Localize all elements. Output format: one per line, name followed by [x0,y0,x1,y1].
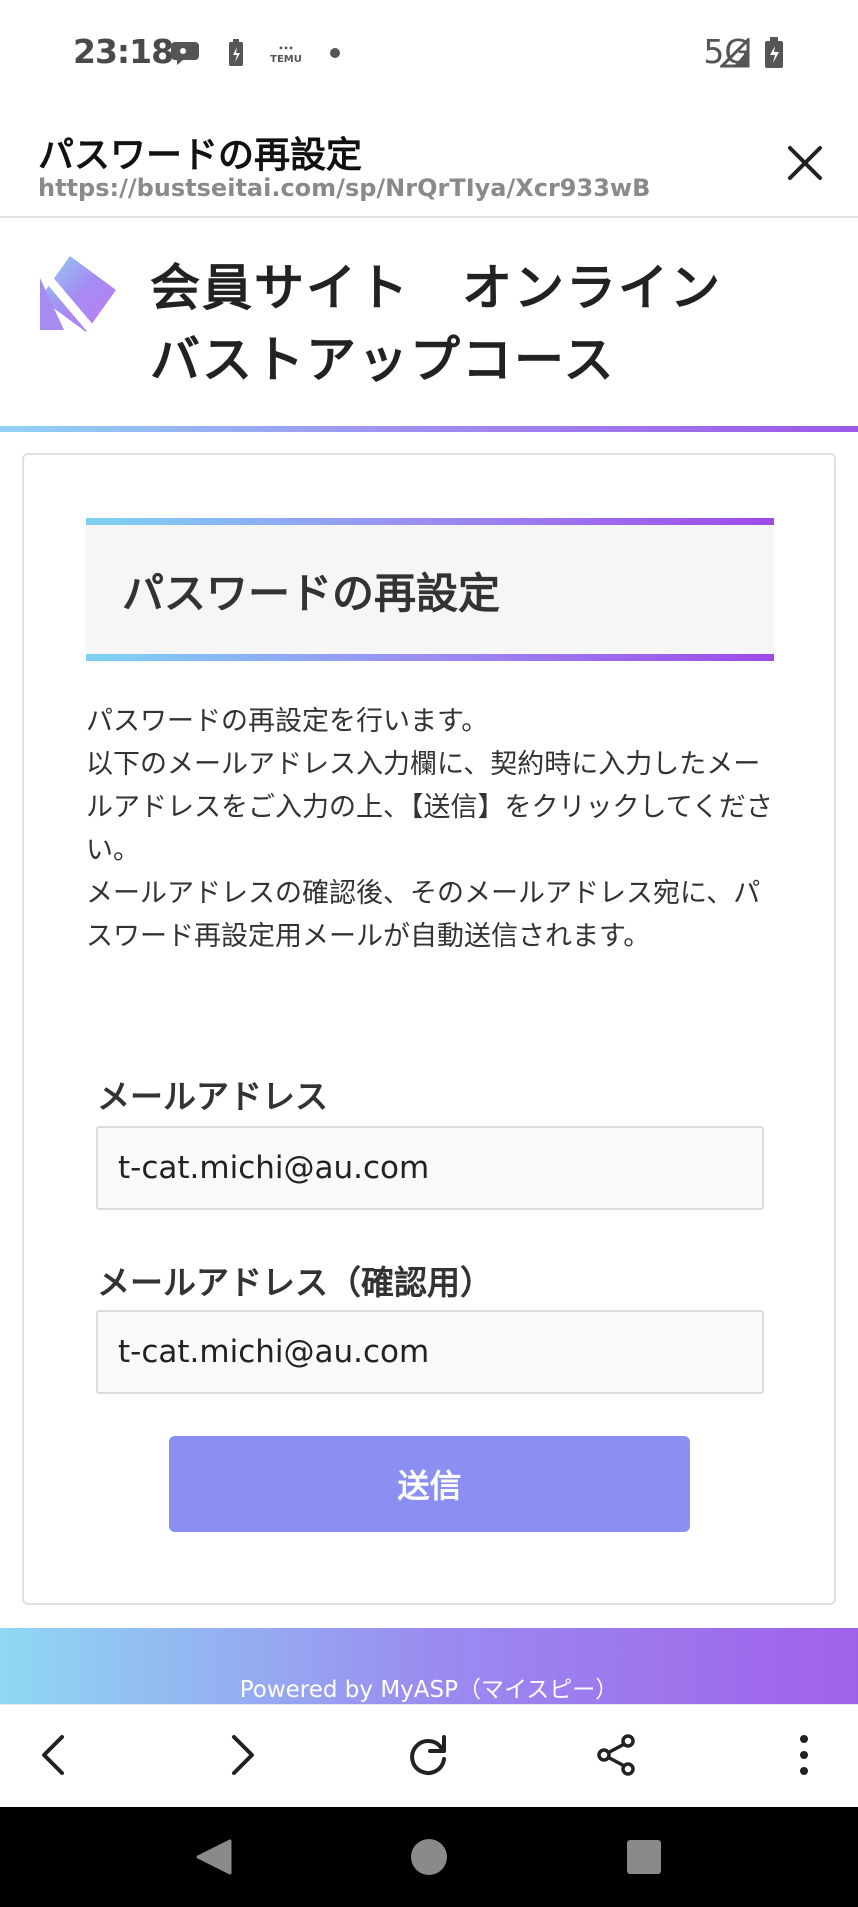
email-confirm-label: メールアドレス（確認用） [97,1263,493,1302]
recents-square-icon[interactable] [622,1835,666,1879]
site-logo-icon[interactable] [40,256,116,332]
back-triangle-icon[interactable] [192,1835,236,1879]
section-heading: パスワードの再設定 [122,569,501,618]
page-url[interactable]: https://bustseitai.com/sp/NrQrTIya/Xcr93… [38,174,650,202]
submit-button[interactable]: 送信 [169,1436,690,1532]
email-confirm-field[interactable] [96,1310,764,1394]
status-time: 23:18 [73,32,174,71]
more-icon[interactable] [774,1725,834,1785]
custom-tab-toolbar: パスワードの再設定 https://bustseitai.com/sp/NrQr… [0,108,858,218]
system-navigation-bar [0,1807,858,1907]
email-label: メールアドレス [97,1077,328,1116]
header-divider [0,426,858,432]
battery-icon [762,37,786,68]
signal-icon [718,38,752,68]
site-title[interactable]: 会員サイト オンライン バストアップコース [150,252,722,396]
dot-icon [328,38,342,68]
svg-text:TEMU: TEMU [270,54,302,65]
description: パスワードの再設定を行います。 以下のメールアドレス入力欄に、契約時に入力したメ… [86,700,776,958]
section-heading-box: パスワードの再設定 [86,518,774,661]
back-icon[interactable] [24,1725,84,1785]
email-field[interactable] [96,1126,764,1210]
temu-icon: ••• TEMU [266,38,306,68]
site-title-line2: バストアップコース [150,331,616,389]
forward-icon[interactable] [212,1725,272,1785]
site-footer: Powered by MyASP（マイスピー） [0,1628,858,1704]
powered-by-text[interactable]: Powered by MyASP（マイスピー） [0,1670,858,1704]
svg-text:•••: ••• [278,44,293,53]
page-title: パスワードの再設定 [38,135,363,176]
heading-bottom-rule [86,654,774,661]
share-icon[interactable] [586,1725,646,1785]
description-paragraph: パスワードの再設定を行います。 [86,706,489,737]
home-circle-icon[interactable] [407,1835,451,1879]
description-paragraph: 以下のメールアドレス入力欄に、契約時に入力したメールアドレスをご入力の上、【送信… [86,749,773,866]
description-paragraph: メールアドレスの確認後、そのメールアドレス宛に、パスワード再設定用メールが自動送… [86,878,761,952]
reload-icon[interactable] [398,1725,458,1785]
status-bar: 23:18 ••• TEMU 5G [0,0,858,108]
browser-bottom-bar [0,1704,858,1808]
site-title-line1: 会員サイト オンライン [150,259,722,317]
chat-bubble-icon [170,38,204,68]
battery-saver-icon [226,38,246,68]
heading-top-rule [86,518,774,525]
close-icon[interactable] [780,138,830,188]
